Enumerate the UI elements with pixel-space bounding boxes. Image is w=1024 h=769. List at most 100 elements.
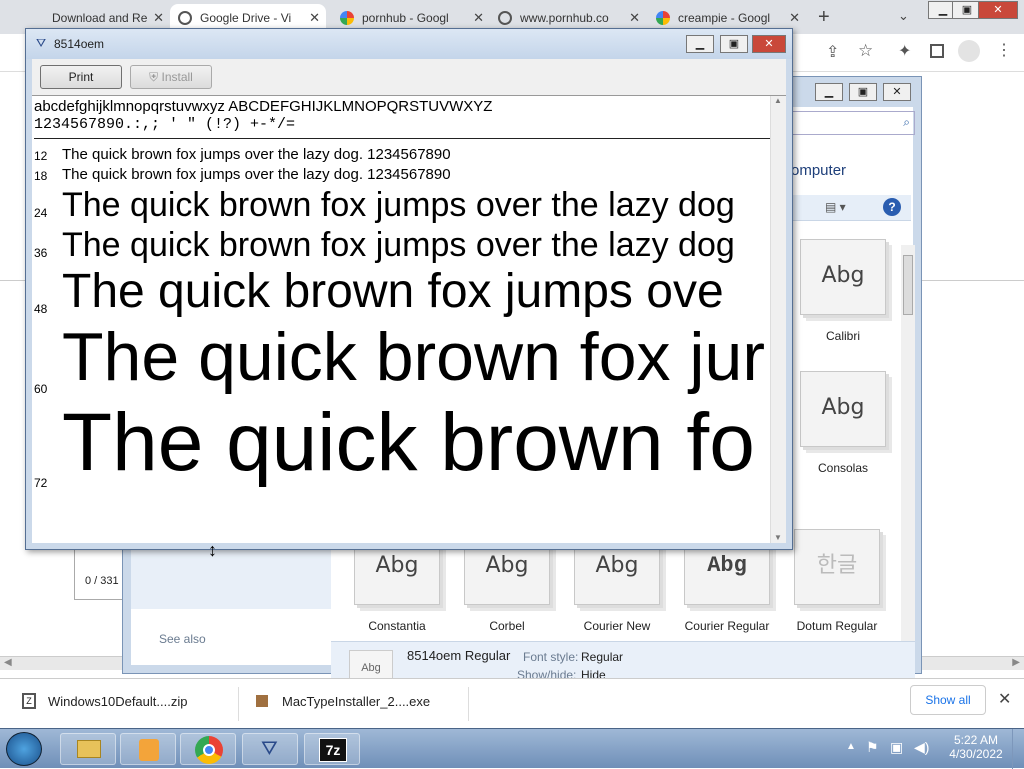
folder-icon [77,740,101,758]
download-item[interactable]: Z Windows10Default....zip [12,687,238,721]
font-tile-calibri[interactable]: Abg Calibri [791,239,895,343]
size-label: 60 [34,382,48,396]
scroll-right-icon[interactable]: ▶ [1012,657,1020,668]
font-tile-consolas[interactable]: Abg Consolas [791,371,895,475]
download-item[interactable]: MacTypeInstaller_2....exe [246,687,468,721]
star-icon[interactable]: ☆ [858,41,873,61]
size-label: 18 [34,169,48,183]
font-file-icon: ⛛ [261,738,278,760]
scroll-up-icon[interactable]: ▲ [774,96,782,105]
sample-text: The quick brown fox jumps over the lazy … [62,166,451,183]
tab-title: pornhub - Googl [362,11,449,25]
sample-text: The quick brown fox jumps over the lazy … [62,226,735,264]
chevron-down-icon[interactable]: ⌄ [898,8,909,24]
tab-title: www.pornhub.co [520,11,609,25]
7zip-icon: 7z [319,738,347,762]
sample-text: The quick brown fox jur [62,319,765,395]
chrome-taskbar-icon[interactable] [180,733,236,765]
font-viewer-taskbar-icon[interactable]: ⛛ [242,733,298,765]
download-name: MacTypeInstaller_2....exe [282,694,431,709]
7zip-taskbar-icon[interactable]: 7z [304,733,360,765]
font-style-value: Regular [581,650,624,664]
scroll-down-icon[interactable]: ▼ [774,533,782,542]
scroll-thumb[interactable] [903,255,913,315]
globe-icon [498,11,512,25]
install-button[interactable]: ⛨ Install [130,65,212,89]
size-label: 36 [34,246,48,260]
side-panel-icon[interactable] [930,44,944,58]
close-button[interactable]: ✕ [752,35,786,53]
globe-icon [178,11,192,25]
close-icon[interactable]: ✕ [153,10,164,26]
font-viewer-window: ⛛ 8514oem ▁ ▣ ✕ Print ⛨ Install abcdefgh… [25,28,793,550]
new-tab-button[interactable]: + [818,6,830,29]
font-preview: Abg [800,239,886,315]
vertical-scrollbar[interactable]: ▲ ▼ [770,96,786,543]
volume-icon[interactable]: ◀) [914,739,929,756]
minimize-button[interactable]: ▁ [686,35,714,53]
font-name: Corbel [489,619,525,633]
sample-text: The quick brown fox jumps over the lazy … [62,186,735,224]
close-icon[interactable]: ✕ [473,10,484,26]
help-icon[interactable]: ? [883,198,901,216]
font-name: Constantia [368,619,426,633]
close-icon[interactable]: ✕ [629,10,640,26]
font-tile-dotum-regular[interactable]: 한글 Dotum Regular [785,529,889,633]
media-player-taskbar-icon[interactable] [120,733,176,765]
media-player-icon [139,739,159,761]
close-icon[interactable]: ✕ [789,10,800,26]
downloads-bar: Z Windows10Default....zip MacTypeInstall… [0,678,1024,728]
size-label: 12 [34,149,48,163]
font-name: Calibri [825,329,860,343]
extensions-icon[interactable]: ✦ [898,41,911,61]
see-also-label: See also [159,632,206,646]
title-bar: ⛛ 8514oem ▁ ▣ ✕ [26,29,792,59]
search-icon[interactable]: ⌕ [903,115,910,130]
font-name: Courier New [583,619,651,633]
print-button[interactable]: Print [40,65,122,89]
show-desktop-button[interactable] [1012,729,1024,769]
close-button[interactable]: ✕ [978,1,1018,19]
maximize-button[interactable]: ▣ [720,35,748,53]
maximize-button[interactable]: ▣ [849,83,877,101]
font-file-icon: ⛛ [36,36,47,50]
close-icon[interactable]: ✕ [998,689,1011,709]
flag-icon[interactable]: ⚑ [866,739,879,756]
explorer-taskbar-icon[interactable] [60,733,116,765]
page-counter: 0 / 331 [85,575,119,587]
clock-date: 4/30/2022 [949,747,1003,761]
google-icon [656,11,670,25]
install-label: Install [161,70,193,84]
minimize-button[interactable]: ▁ [815,83,843,101]
charset-digits: 1234567890.:,; ' " (!?) +-*/= [34,116,296,133]
size-label: 48 [34,302,48,316]
start-button[interactable] [6,732,42,766]
details-font-name: 8514oem Regular [407,648,511,663]
sample-text: The quick brown fox jumps over the lazy … [62,146,451,163]
more-icon[interactable]: ⋮ [996,40,1012,60]
network-icon[interactable]: ▣ [890,739,903,756]
chrome-icon [195,736,223,764]
font-name: Courier Regular [684,619,770,633]
show-all-button[interactable]: Show all [910,685,986,715]
clock[interactable]: 5:22 AM 4/30/2022 [946,733,1006,761]
close-icon[interactable]: ✕ [309,10,320,26]
google-icon [340,11,354,25]
avatar[interactable] [958,40,980,62]
close-button[interactable]: ✕ [883,83,911,101]
zip-file-icon: Z [22,693,36,709]
scroll-left-icon[interactable]: ◀ [4,657,12,668]
window-title: 8514oem [54,37,105,51]
search-box[interactable]: ⌕ [791,111,915,135]
font-preview: Abg [800,371,886,447]
view-icon[interactable]: ▤ ▾ [825,200,846,214]
tray-expand-icon[interactable]: ▲ [846,741,856,752]
share-icon[interactable]: ⇪ [826,42,839,62]
resize-cursor-icon: ↕ [208,540,217,560]
font-sample-area: abcdefghijklmnopqrstuvwxyz ABCDEFGHIJKLM… [32,95,786,543]
header-text: omputer [791,162,847,179]
tab-title: Download and Re [52,11,148,25]
font-name: Dotum Regular [796,619,878,633]
size-label: 72 [34,476,48,490]
vertical-scrollbar[interactable] [901,245,915,641]
